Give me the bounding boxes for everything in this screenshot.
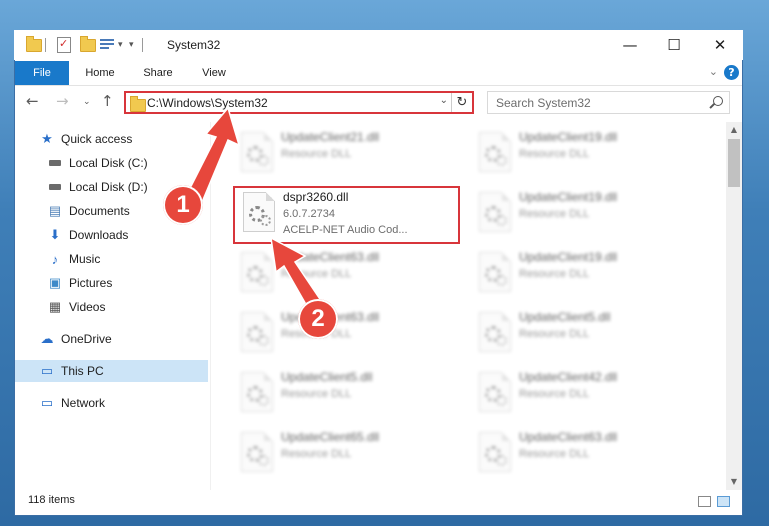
step-badge-1: 1 [163,185,203,225]
annotation-arrows [184,106,332,324]
step-badge-2: 2 [298,299,338,339]
